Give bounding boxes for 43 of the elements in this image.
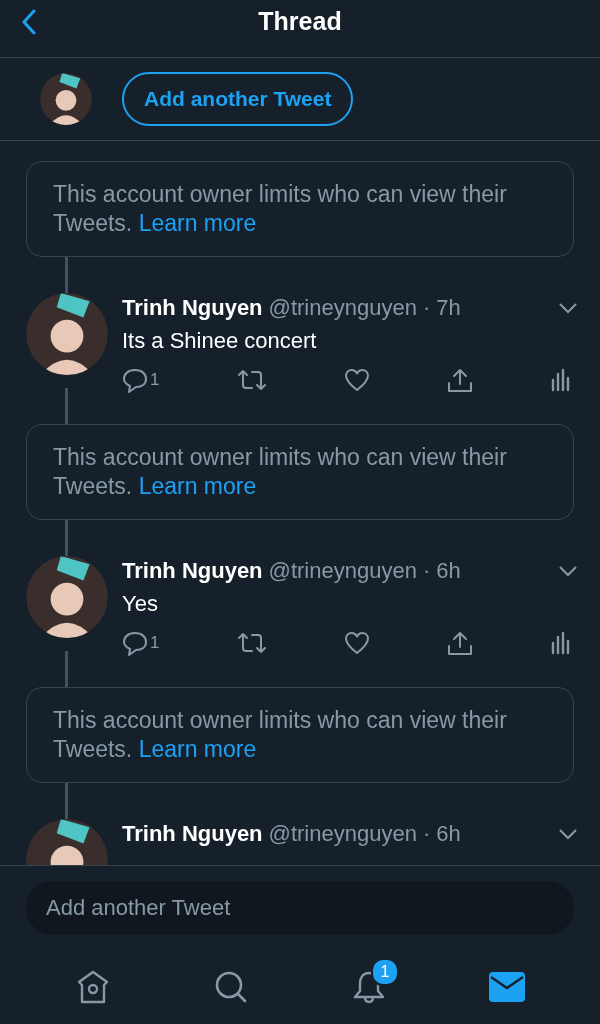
- author-name: Trinh Nguyen: [122, 295, 263, 321]
- learn-more-link[interactable]: Learn more: [138, 210, 257, 236]
- reply-icon[interactable]: [122, 367, 148, 393]
- search-icon: [213, 969, 249, 1005]
- author-name: Trinh Nguyen: [122, 558, 263, 584]
- retweet-icon[interactable]: [236, 630, 267, 656]
- retweet-icon[interactable]: [236, 367, 267, 393]
- analytics-icon[interactable]: [549, 631, 570, 655]
- like-icon[interactable]: [343, 368, 370, 392]
- tweet-text: Yes: [122, 591, 159, 617]
- caret-icon[interactable]: [558, 828, 578, 840]
- notice-text: This account owner limits who can view their Tweets. Learn more: [53, 443, 508, 501]
- tweet-time: · 6h: [422, 558, 461, 584]
- tweet-time: · 7h: [422, 295, 461, 321]
- tweet-input-field[interactable]: Add another Tweet: [26, 881, 574, 935]
- caret-icon[interactable]: [558, 302, 578, 314]
- back-icon[interactable]: [22, 9, 36, 35]
- learn-more-link[interactable]: Learn more: [138, 736, 257, 762]
- avatar[interactable]: [26, 293, 108, 375]
- author-handle: @trineynguyen: [268, 558, 417, 584]
- notice-text: This account owner limits who can view their Tweets. Learn more: [53, 180, 508, 238]
- screen-title: Thread: [258, 7, 342, 36]
- share-icon[interactable]: [446, 367, 473, 393]
- tweet-text: Its a Shinee concert: [122, 328, 318, 354]
- notification-badge: 1: [371, 958, 399, 986]
- author-handle: @trineynguyen: [268, 295, 417, 321]
- author-handle: @trineynguyen: [268, 821, 417, 847]
- add-tweet-button[interactable]: Add another Tweet: [122, 72, 354, 126]
- notice-text: This account owner limits who can view their Tweets. Learn more: [53, 706, 508, 764]
- reply-count: 1: [150, 633, 160, 653]
- share-icon[interactable]: [446, 630, 473, 656]
- tweet-time: · 6h: [422, 821, 461, 847]
- avatar[interactable]: [26, 556, 108, 638]
- envelope-icon: [489, 972, 525, 1002]
- author-name: Trinh Nguyen: [122, 821, 263, 847]
- like-icon[interactable]: [343, 631, 370, 655]
- analytics-icon[interactable]: [549, 368, 570, 392]
- avatar: [40, 73, 92, 125]
- reply-count: 1: [150, 370, 160, 390]
- reply-icon[interactable]: [122, 630, 148, 656]
- caret-icon[interactable]: [558, 565, 578, 577]
- learn-more-link[interactable]: Learn more: [138, 473, 257, 499]
- home-icon: [75, 969, 111, 1005]
